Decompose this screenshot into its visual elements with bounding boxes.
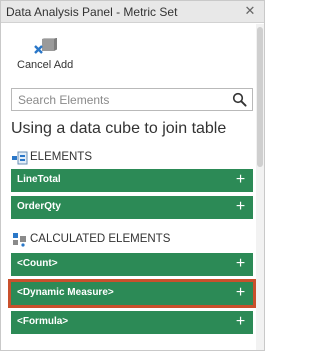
- element-item-orderqty[interactable]: OrderQty +: [11, 196, 253, 219]
- plus-icon[interactable]: +: [234, 285, 247, 301]
- panel-titlebar: Data Analysis Panel - Metric Set ✕: [1, 1, 264, 23]
- plus-icon[interactable]: +: [234, 314, 247, 330]
- cube-cancel-icon: [34, 38, 57, 54]
- cancel-add-label: Cancel Add: [17, 59, 74, 71]
- calculated-item-dynamic-measure[interactable]: <Dynamic Measure> +: [8, 279, 256, 308]
- calculated-elements-icon: [13, 233, 26, 247]
- element-item-label: LineTotal: [17, 174, 61, 185]
- close-icon[interactable]: ✕: [242, 3, 258, 19]
- element-item-label: OrderQty: [17, 201, 61, 212]
- calculated-elements-section-label: CALCULATED ELEMENTS: [30, 233, 171, 245]
- cube-title: Using a data cube to join table: [11, 120, 227, 137]
- calculated-item-label: <Formula>: [17, 316, 69, 327]
- calculated-item-label: <Dynamic Measure>: [17, 287, 114, 298]
- panel-title: Data Analysis Panel - Metric Set: [6, 5, 178, 19]
- plus-icon[interactable]: +: [234, 199, 247, 215]
- search-icon[interactable]: [232, 92, 247, 107]
- cancel-add-button[interactable]: Cancel Add: [11, 35, 77, 73]
- calculated-item-label: <Count>: [17, 258, 58, 269]
- calculated-item-formula[interactable]: <Formula> +: [11, 311, 253, 334]
- search-input[interactable]: [12, 89, 222, 110]
- search-box: [11, 88, 253, 111]
- elements-section-label: ELEMENTS: [30, 151, 92, 163]
- plus-icon[interactable]: +: [234, 172, 247, 188]
- data-analysis-panel: Data Analysis Panel - Metric Set ✕ Cance…: [0, 0, 265, 351]
- element-item-linetotal[interactable]: LineTotal +: [11, 169, 253, 192]
- calculated-item-count[interactable]: <Count> +: [11, 253, 253, 276]
- elements-icon: [12, 151, 28, 165]
- scrollbar-thumb[interactable]: [257, 27, 263, 167]
- plus-icon[interactable]: +: [234, 256, 247, 272]
